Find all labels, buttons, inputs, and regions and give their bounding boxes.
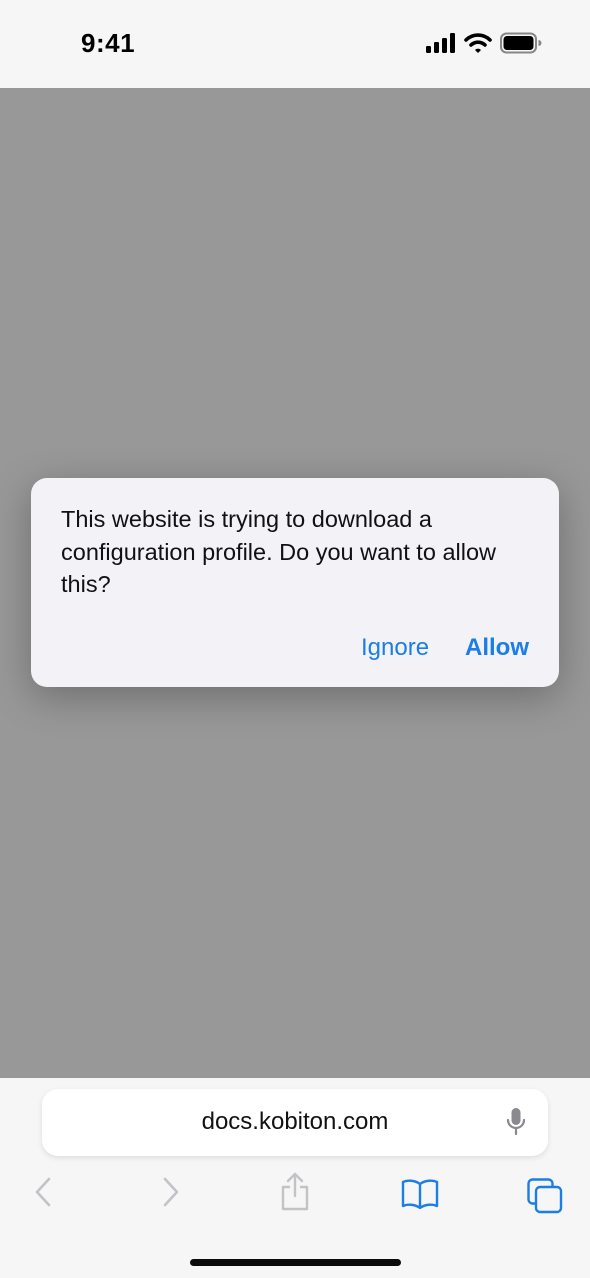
microphone-icon[interactable] [506,1107,526,1137]
status-icons [426,32,542,54]
address-text: docs.kobiton.com [201,1108,389,1135]
bookmarks-icon[interactable] [401,1179,439,1209]
status-bar: 9:41 [0,0,590,88]
allow-button[interactable]: Allow [465,633,529,663]
home-indicator [190,1259,401,1266]
forward-icon[interactable] [161,1176,181,1208]
safari-toolbar: docs.kobiton.com [0,1078,590,1278]
share-icon[interactable] [279,1172,311,1212]
wifi-icon [464,33,492,53]
status-time: 9:41 [81,28,136,58]
ignore-button[interactable]: Ignore [361,633,429,663]
address-bar[interactable]: docs.kobiton.com [42,1089,548,1156]
battery-icon [500,32,542,54]
tabs-icon[interactable] [527,1178,563,1214]
alert-message: This website is trying to download a con… [61,506,496,597]
back-icon[interactable] [33,1176,53,1208]
configuration-profile-alert: This website is trying to download a con… [31,478,559,687]
cellular-signal-icon [426,33,455,53]
